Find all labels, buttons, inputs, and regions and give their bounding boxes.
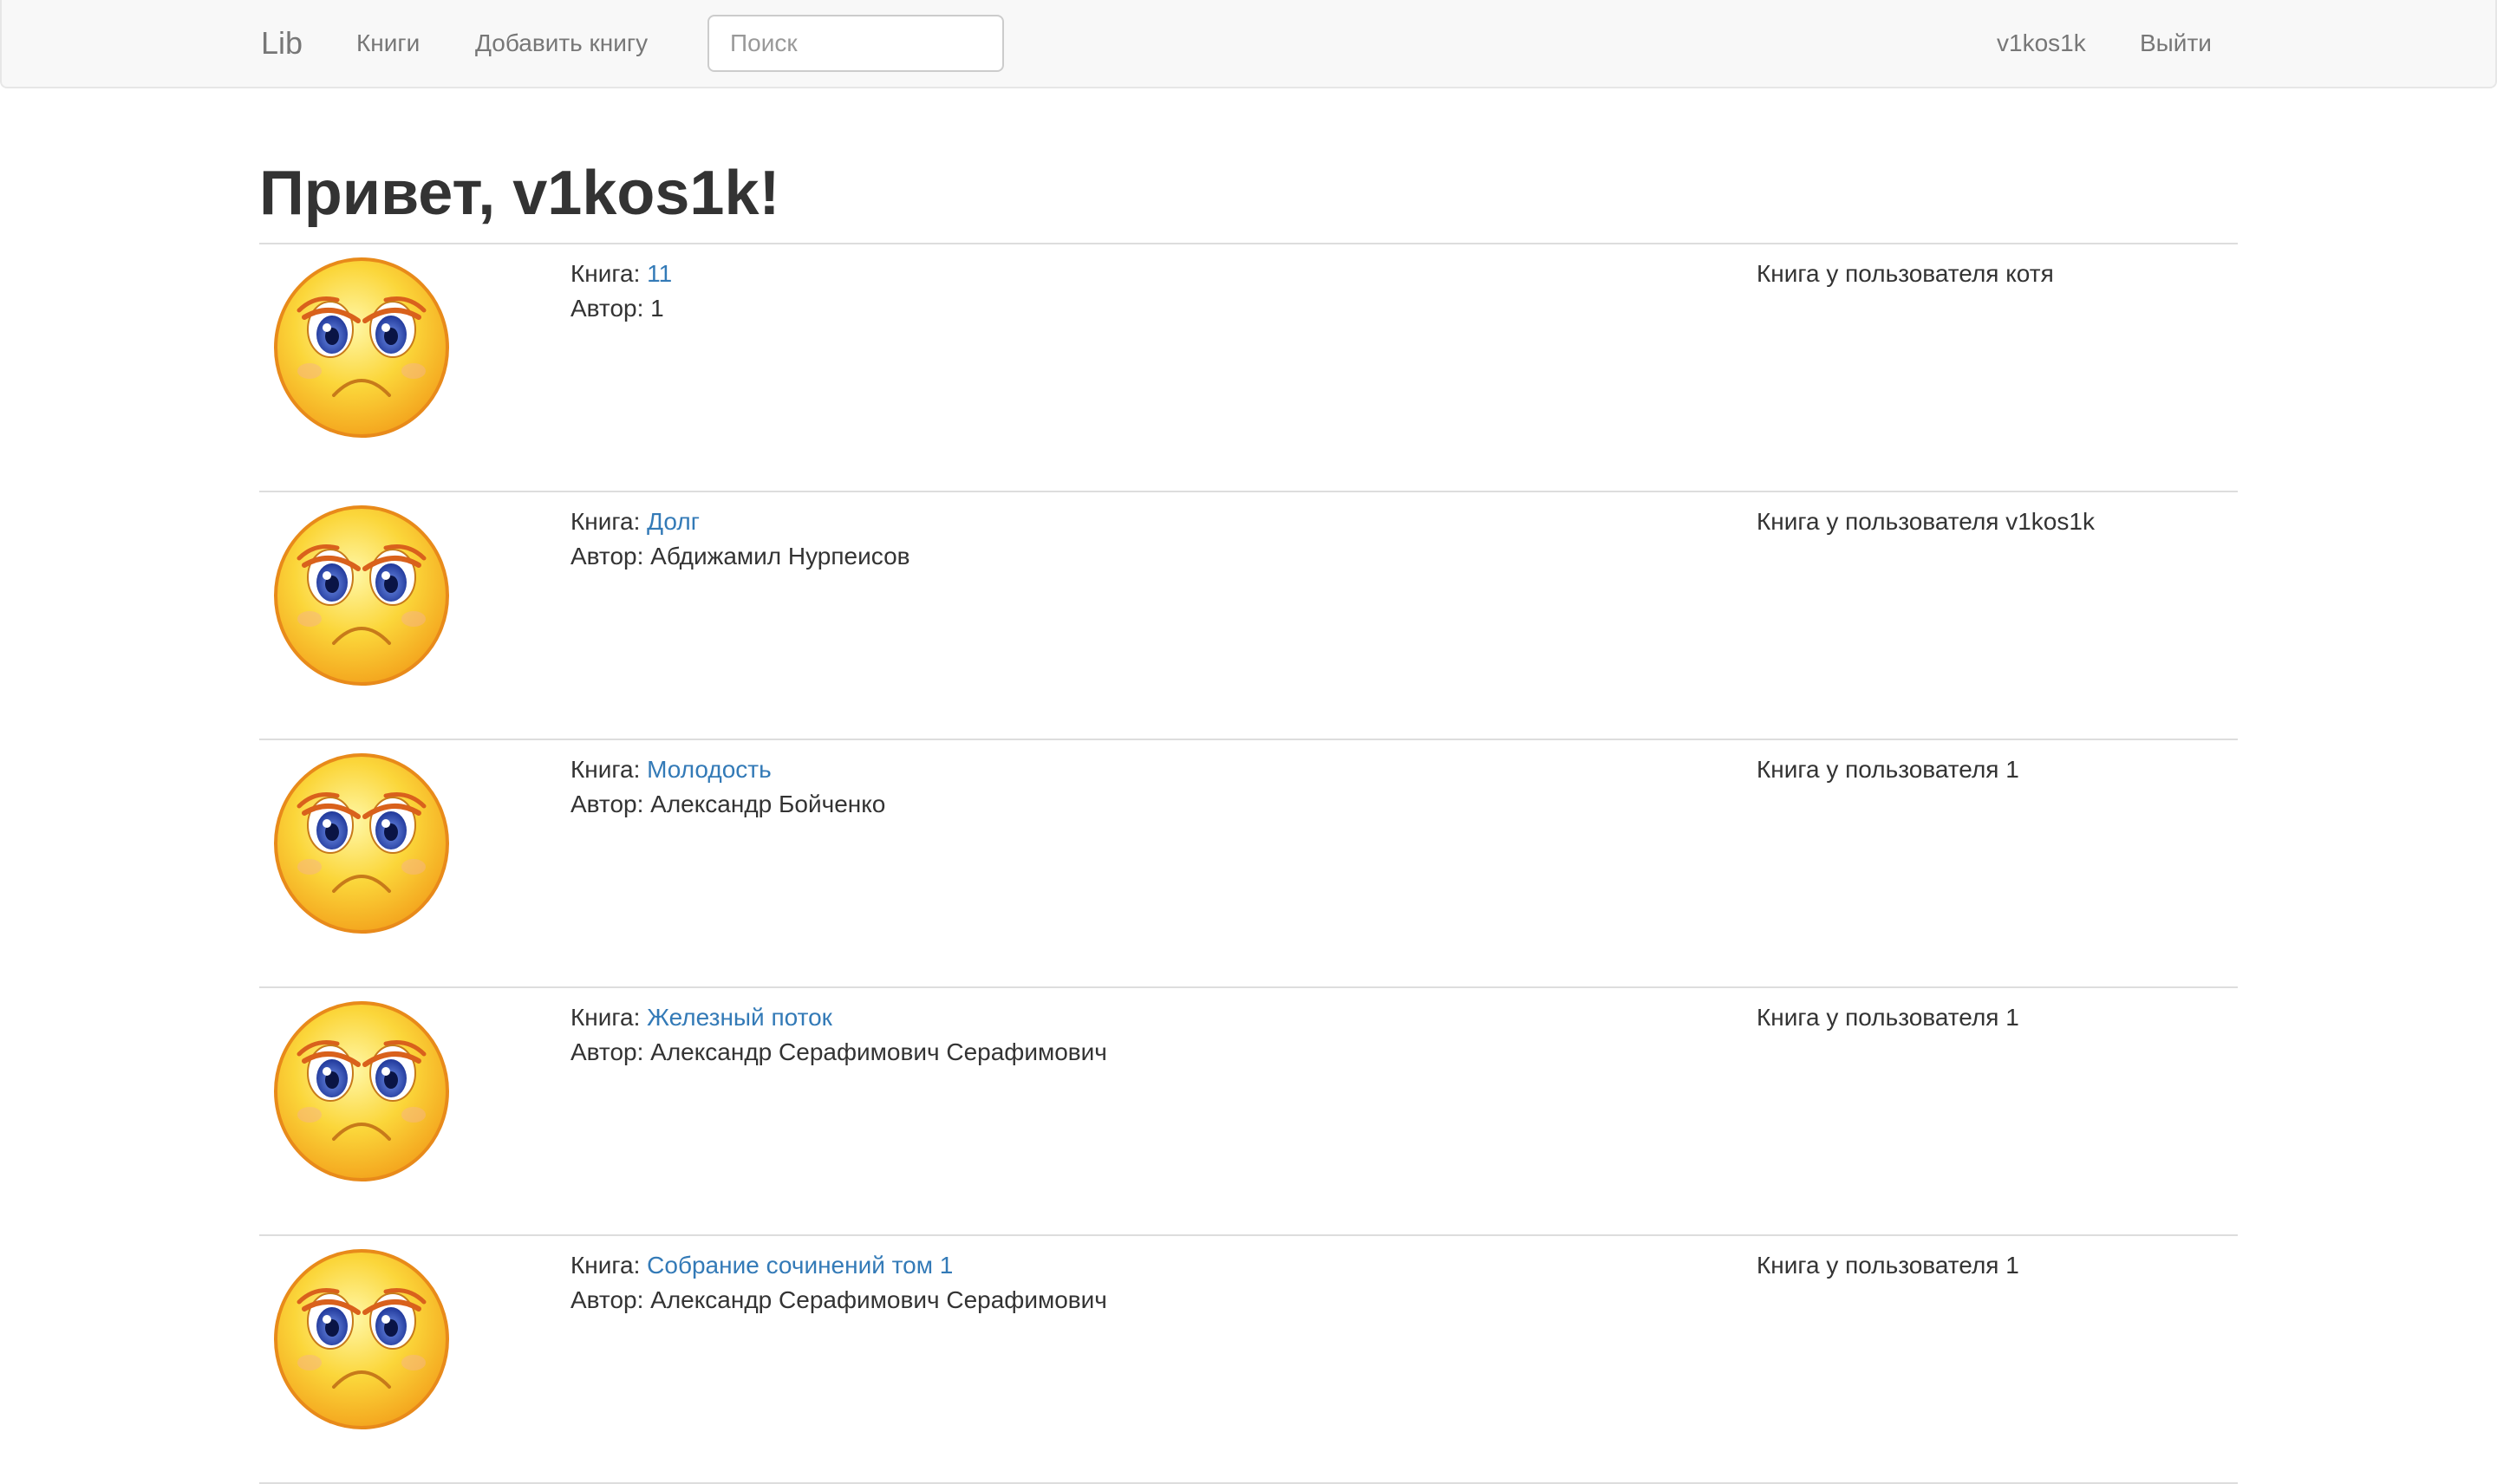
- sad-face-icon: [274, 1001, 449, 1181]
- book-info: Книга: Долг Автор: Абдижамил Нурпеисов: [570, 504, 910, 574]
- book-title-link[interactable]: 11: [647, 260, 672, 287]
- book-title-line: Книга: Собрание сочинений том 1: [570, 1248, 1107, 1283]
- book-row: Книга: 11 Автор: 1 Книга у пользователя …: [259, 244, 2238, 492]
- book-author-line: Автор: Абдижамил Нурпеисов: [570, 539, 910, 574]
- sad-face-icon: [274, 257, 449, 438]
- nav-books-link[interactable]: Книги: [356, 26, 420, 61]
- author-label: Автор:: [570, 1038, 644, 1065]
- book-title-line: Книга: Железный поток: [570, 1000, 1107, 1035]
- book-holder: Книга у пользователя 1: [1757, 1004, 2019, 1031]
- book-info: Книга: Молодость Автор: Александр Бойчен…: [570, 752, 885, 822]
- book-info: Книга: 11 Автор: 1: [570, 257, 672, 326]
- book-title-link[interactable]: Собрание сочинений том 1: [647, 1252, 953, 1279]
- book-label: Книга:: [570, 1004, 641, 1031]
- book-title-line: Книга: Долг: [570, 504, 910, 539]
- book-author-line: Автор: 1: [570, 291, 672, 326]
- sad-face-icon: [274, 505, 449, 686]
- book-holder: Книга у пользователя котя: [1757, 260, 2054, 287]
- book-holder: Книга у пользователя 1: [1757, 1252, 2019, 1279]
- book-label: Книга:: [570, 260, 641, 287]
- book-title-line: Книга: Молодость: [570, 752, 885, 787]
- author-label: Автор:: [570, 1286, 644, 1313]
- author-label: Автор:: [570, 295, 644, 322]
- book-title-link[interactable]: Железный поток: [647, 1004, 832, 1031]
- book-info: Книга: Собрание сочинений том 1 Автор: А…: [570, 1248, 1107, 1318]
- nav-username-link[interactable]: v1kos1k: [1997, 26, 2086, 61]
- book-author: Александр Серафимович Серафимович: [650, 1038, 1107, 1065]
- book-title-link[interactable]: Молодость: [647, 756, 772, 783]
- book-title-line: Книга: 11: [570, 257, 672, 291]
- book-info: Книга: Железный поток Автор: Александр С…: [570, 1000, 1107, 1070]
- brand-link[interactable]: Lib: [261, 23, 303, 64]
- book-author-line: Автор: Александр Серафимович Серафимович: [570, 1035, 1107, 1070]
- book-author: 1: [650, 295, 664, 322]
- book-list: Книга: 11 Автор: 1 Книга у пользователя …: [259, 244, 2238, 1484]
- book-author: Александр Серафимович Серафимович: [650, 1286, 1107, 1313]
- author-label: Автор:: [570, 543, 644, 570]
- book-row: Книга: Железный поток Автор: Александр С…: [259, 988, 2238, 1236]
- book-label: Книга:: [570, 508, 641, 535]
- book-row: Книга: Молодость Автор: Александр Бойчен…: [259, 740, 2238, 988]
- book-author-line: Автор: Александр Бойченко: [570, 787, 885, 822]
- book-author: Абдижамил Нурпеисов: [650, 543, 910, 570]
- search-input[interactable]: [707, 15, 1004, 72]
- book-label: Книга:: [570, 1252, 641, 1279]
- book-row: Книга: Долг Автор: Абдижамил Нурпеисов К…: [259, 492, 2238, 740]
- book-author: Александр Бойченко: [650, 791, 886, 817]
- author-label: Автор:: [570, 791, 644, 817]
- sad-face-icon: [274, 753, 449, 934]
- nav-add-book-link[interactable]: Добавить книгу: [475, 26, 648, 61]
- page-title: Привет, v1kos1k!: [259, 159, 780, 228]
- book-holder: Книга у пользователя 1: [1757, 756, 2019, 783]
- top-navbar: Lib Книги Добавить книгу v1kos1k Выйти: [0, 0, 2497, 88]
- book-holder: Книга у пользователя v1kos1k: [1757, 508, 2095, 535]
- book-author-line: Автор: Александр Серафимович Серафимович: [570, 1283, 1107, 1318]
- logout-link[interactable]: Выйти: [2140, 26, 2212, 61]
- book-label: Книга:: [570, 756, 641, 783]
- book-title-link[interactable]: Долг: [647, 508, 700, 535]
- book-row: Книга: Собрание сочинений том 1 Автор: А…: [259, 1236, 2238, 1484]
- sad-face-icon: [274, 1249, 449, 1429]
